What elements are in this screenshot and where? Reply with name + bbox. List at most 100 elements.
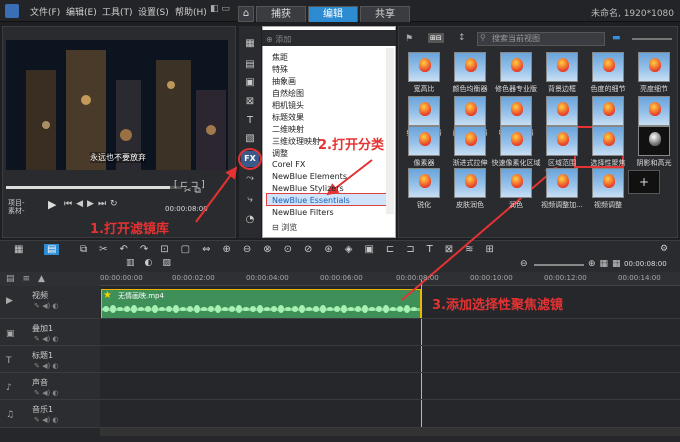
filter-label[interactable]: 颜色均衡器 xyxy=(445,84,495,94)
filter-thumbnail[interactable] xyxy=(500,96,532,126)
category-item[interactable]: 抽象画 xyxy=(272,76,296,87)
filter-label[interactable]: 像素器 xyxy=(399,158,449,168)
ruler-tick: 00:00:04:00 xyxy=(246,274,289,282)
track-type-icon: ▣ xyxy=(6,329,15,339)
filter-label[interactable]: 视频调整加... xyxy=(537,200,587,210)
track-name: 声音 xyxy=(32,378,48,387)
track-type-icon: T xyxy=(6,356,12,366)
ruler-tick: 00:00:10:00 xyxy=(470,274,513,282)
balloon-image xyxy=(603,174,615,188)
filter-thumbnail[interactable] xyxy=(408,126,440,156)
filter-thumbnail[interactable] xyxy=(500,52,532,82)
filter-thumbnail[interactable] xyxy=(546,96,578,126)
ruler-tick: 00:00:14:00 xyxy=(618,274,661,282)
filter-label[interactable]: 区域范围 xyxy=(537,158,587,168)
filter-label[interactable]: 亮度细节 xyxy=(629,84,679,94)
filter-thumbnail[interactable] xyxy=(408,168,440,198)
filter-label[interactable]: 快速像素化区域 xyxy=(491,158,541,168)
balloon-image xyxy=(649,58,661,72)
balloon-image xyxy=(511,58,523,72)
track-name: 叠加1 xyxy=(32,324,54,333)
ruler-tick: 00:00:06:00 xyxy=(320,274,363,282)
balloon-image xyxy=(603,132,615,146)
track-controls[interactable]: ✎ ◀) ◐ xyxy=(34,416,59,424)
filter-label[interactable]: 锐化 xyxy=(399,200,449,210)
category-item[interactable]: Corel FX xyxy=(272,160,305,169)
category-item[interactable]: 自然绘图 xyxy=(272,88,304,99)
filter-thumbnail[interactable] xyxy=(592,52,624,82)
category-item[interactable]: 调整 xyxy=(272,148,288,159)
track-lane-divider xyxy=(100,399,680,400)
ruler-tick: 00:00:08:00 xyxy=(396,274,439,282)
ruler-tick: 00:00:00:00 xyxy=(100,274,143,282)
balloon-image xyxy=(465,102,477,116)
category-item[interactable]: NewBlue Essentials xyxy=(272,196,350,205)
filter-thumbnail[interactable] xyxy=(592,126,624,156)
balloon-image xyxy=(419,132,431,146)
track-lane-divider xyxy=(100,427,680,428)
filter-thumbnail[interactable] xyxy=(638,52,670,82)
balloon-image xyxy=(557,132,569,146)
filter-label[interactable]: 视频调整 xyxy=(583,200,633,210)
filter-label[interactable]: 选择性聚焦 xyxy=(583,158,633,168)
track-name: 音乐1 xyxy=(32,405,54,414)
category-item[interactable]: NewBlue Elements xyxy=(272,172,347,181)
balloon-image xyxy=(511,174,523,188)
category-item[interactable]: 三维纹理映射 xyxy=(272,136,320,147)
category-item[interactable]: 标题效果 xyxy=(272,112,304,123)
track-lane-divider xyxy=(100,345,680,346)
annotation-step1: 1.打开滤镜库 xyxy=(90,222,169,237)
track-type-icon: ▶ xyxy=(6,296,13,306)
track-type-icon: ♪ xyxy=(6,383,12,393)
filter-label[interactable]: 色度的细节 xyxy=(583,84,633,94)
track-type-icon: ♫ xyxy=(6,410,15,420)
ruler-tick: 00:00:12:00 xyxy=(544,274,587,282)
track-controls[interactable]: ✎ ◀) ◐ xyxy=(34,335,59,343)
balloon-image xyxy=(419,174,431,188)
filter-thumbnail[interactable] xyxy=(638,96,670,126)
track-name: 标题1 xyxy=(32,351,54,360)
filter-thumbnail[interactable] xyxy=(454,96,486,126)
category-item[interactable]: 焦距 xyxy=(272,52,288,63)
filter-thumbnail[interactable] xyxy=(500,168,532,198)
filter-label[interactable]: 宽高比 xyxy=(399,84,449,94)
filter-label[interactable]: 渐进式拉伸 xyxy=(445,158,495,168)
filter-thumbnail[interactable] xyxy=(546,52,578,82)
track-name: 视频 xyxy=(32,291,48,300)
category-item[interactable]: 相机镜头 xyxy=(272,100,304,111)
category-item[interactable]: NewBlue Stylizers xyxy=(272,184,344,193)
balloon-image xyxy=(603,102,615,116)
filter-thumbnail[interactable] xyxy=(408,52,440,82)
category-item[interactable]: 二维映射 xyxy=(272,124,304,135)
filter-thumbnail[interactable] xyxy=(454,168,486,198)
balloon-image xyxy=(511,132,523,146)
filter-thumbnail[interactable] xyxy=(592,96,624,126)
filter-thumbnail[interactable] xyxy=(546,126,578,156)
filter-label[interactable]: 皮肤润色 xyxy=(445,200,495,210)
track-controls[interactable]: ✎ ◀) ◐ xyxy=(34,362,59,370)
balloon-image xyxy=(419,102,431,116)
balloon-image xyxy=(419,58,431,72)
filter-label[interactable]: 阴影和高光 xyxy=(629,158,679,168)
filter-thumbnail[interactable] xyxy=(500,126,532,156)
filter-thumbnail[interactable] xyxy=(546,168,578,198)
balloon-image xyxy=(603,58,615,72)
balloon-image xyxy=(465,58,477,72)
filter-thumbnail[interactable] xyxy=(454,52,486,82)
track-lane-divider xyxy=(100,372,680,373)
ruler-tick: 00:00:02:00 xyxy=(172,274,215,282)
track-lane-divider xyxy=(100,318,680,319)
balloon-image xyxy=(465,132,477,146)
balloon-image xyxy=(557,58,569,72)
track-controls[interactable]: ✎ ◀) ◐ xyxy=(34,302,59,310)
category-item[interactable]: NewBlue Filters xyxy=(272,208,334,217)
filter-label[interactable]: 修色器专业版 xyxy=(491,84,541,94)
filter-thumbnail[interactable] xyxy=(408,96,440,126)
filter-thumbnail[interactable] xyxy=(454,126,486,156)
filter-thumbnail[interactable] xyxy=(638,126,670,156)
track-controls[interactable]: ✎ ◀) ◐ xyxy=(34,389,59,397)
category-item[interactable]: 特殊 xyxy=(272,64,288,75)
filter-thumbnail[interactable] xyxy=(592,168,624,198)
filter-label[interactable]: 润色 xyxy=(491,200,541,210)
filter-label[interactable]: 背景边框 xyxy=(537,84,587,94)
